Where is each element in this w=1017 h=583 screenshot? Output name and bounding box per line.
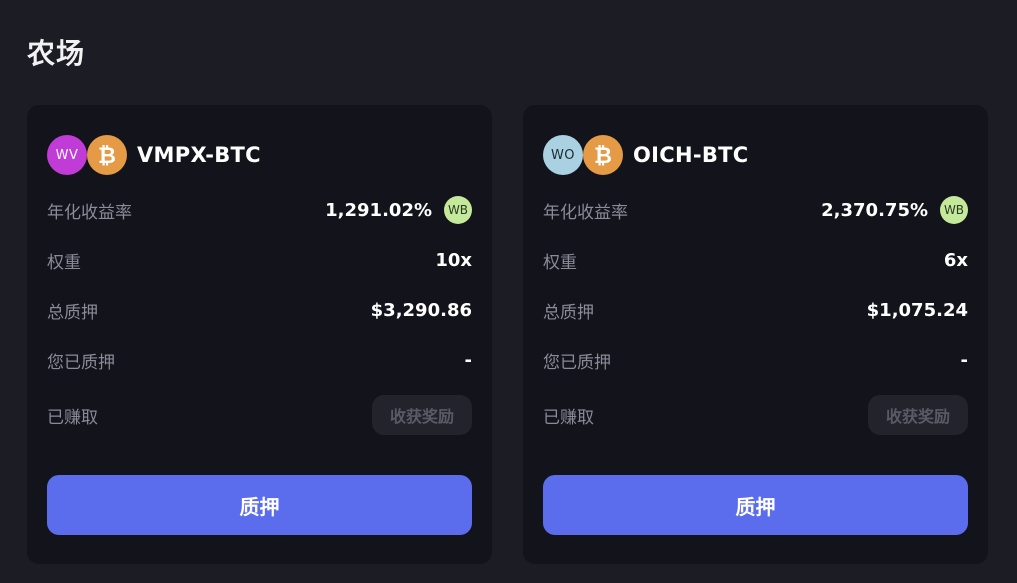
earned-row: 已赚取 收获奖励 bbox=[47, 395, 472, 435]
apr-value: 2,370.75% bbox=[821, 199, 928, 221]
token-pair-icons: WV ₿ bbox=[47, 135, 129, 175]
apr-value-group: 2,370.75% WB bbox=[821, 196, 968, 224]
apr-row: 年化收益率 1,291.02% WB bbox=[47, 190, 472, 230]
stake-button[interactable]: 质押 bbox=[47, 475, 472, 535]
reward-token-icon: WB bbox=[940, 196, 968, 224]
reward-token-icon: WB bbox=[444, 196, 472, 224]
farm-card-list: WV ₿ VMPX-BTC 年化收益率 1,291.02% WB 权重 10x … bbox=[27, 105, 988, 564]
your-staked-row: 您已质押 - bbox=[47, 340, 472, 380]
weight-row: 权重 6x bbox=[543, 240, 968, 280]
your-staked-value: - bbox=[464, 349, 472, 371]
stake-button[interactable]: 质押 bbox=[543, 475, 968, 535]
harvest-button[interactable]: 收获奖励 bbox=[372, 395, 472, 435]
pair-name: VMPX-BTC bbox=[137, 143, 261, 167]
pair-name: OICH-BTC bbox=[633, 143, 749, 167]
weight-value: 10x bbox=[435, 249, 472, 271]
your-staked-value: - bbox=[960, 349, 968, 371]
bitcoin-icon: ₿ bbox=[583, 135, 623, 175]
total-staked-value: $3,290.86 bbox=[370, 299, 472, 321]
svg-text:₿: ₿ bbox=[594, 144, 612, 168]
total-staked-label: 总质押 bbox=[47, 302, 98, 323]
total-staked-label: 总质押 bbox=[543, 302, 594, 323]
token-a-icon: WV bbox=[47, 135, 87, 175]
apr-label: 年化收益率 bbox=[47, 202, 132, 223]
earned-label: 已赚取 bbox=[543, 407, 594, 428]
bitcoin-icon: ₿ bbox=[87, 135, 127, 175]
apr-value: 1,291.02% bbox=[325, 199, 432, 221]
your-staked-row: 您已质押 - bbox=[543, 340, 968, 380]
farm-card: WO ₿ OICH-BTC 年化收益率 2,370.75% WB 权重 6x 总… bbox=[523, 105, 988, 564]
earned-label: 已赚取 bbox=[47, 407, 98, 428]
token-a-icon: WO bbox=[543, 135, 583, 175]
earned-row: 已赚取 收获奖励 bbox=[543, 395, 968, 435]
farm-card-header: WV ₿ VMPX-BTC bbox=[47, 135, 472, 175]
svg-text:₿: ₿ bbox=[98, 144, 116, 168]
farms-page: 农场 WV ₿ VMPX-BTC 年化收益率 1,291.02% WB 权重 1… bbox=[0, 0, 1017, 583]
weight-value: 6x bbox=[943, 249, 968, 271]
token-pair-icons: WO ₿ bbox=[543, 135, 625, 175]
your-staked-label: 您已质押 bbox=[47, 352, 115, 373]
total-staked-value: $1,075.24 bbox=[866, 299, 968, 321]
total-staked-row: 总质押 $3,290.86 bbox=[47, 290, 472, 330]
your-staked-label: 您已质押 bbox=[543, 352, 611, 373]
weight-label: 权重 bbox=[543, 252, 577, 273]
page-title: 农场 bbox=[27, 37, 86, 70]
farm-card: WV ₿ VMPX-BTC 年化收益率 1,291.02% WB 权重 10x … bbox=[27, 105, 492, 564]
weight-row: 权重 10x bbox=[47, 240, 472, 280]
apr-value-group: 1,291.02% WB bbox=[325, 196, 472, 224]
apr-row: 年化收益率 2,370.75% WB bbox=[543, 190, 968, 230]
weight-label: 权重 bbox=[47, 252, 81, 273]
harvest-button[interactable]: 收获奖励 bbox=[868, 395, 968, 435]
farm-card-header: WO ₿ OICH-BTC bbox=[543, 135, 968, 175]
apr-label: 年化收益率 bbox=[543, 202, 628, 223]
total-staked-row: 总质押 $1,075.24 bbox=[543, 290, 968, 330]
